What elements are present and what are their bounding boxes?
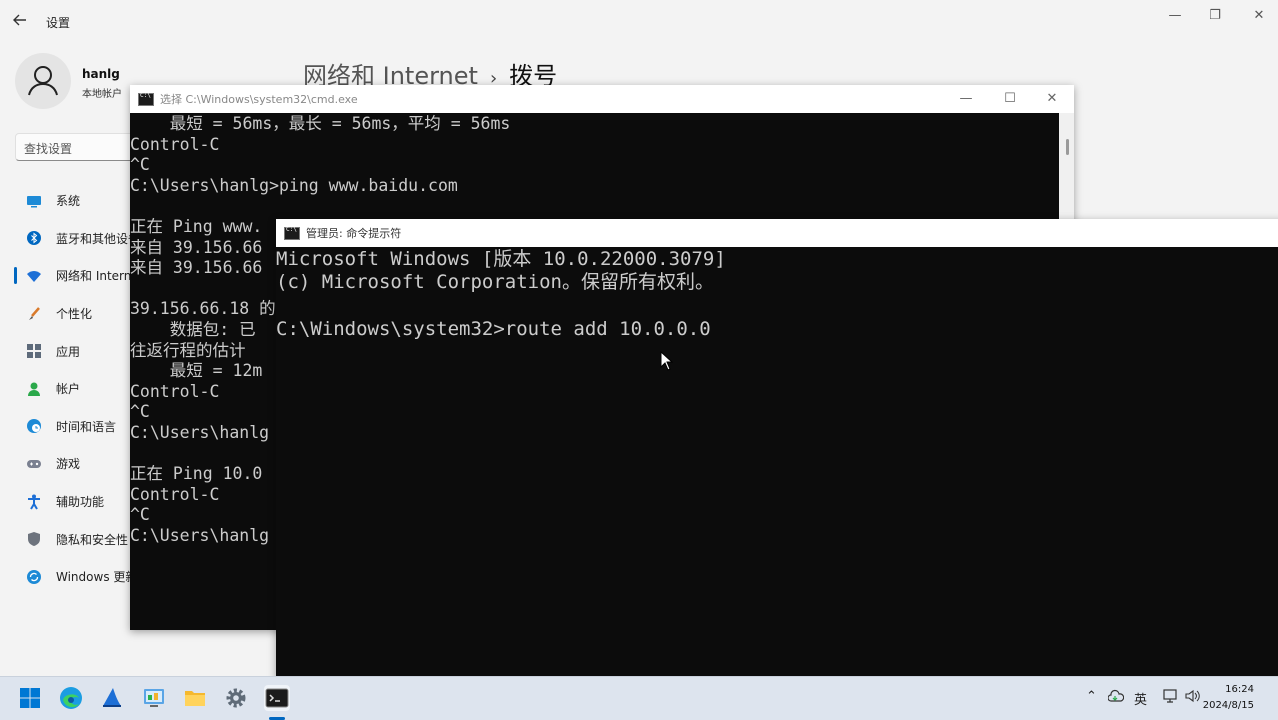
shield-icon (26, 531, 42, 547)
terminal-app[interactable] (264, 685, 290, 711)
cmd-window-title: 管理员: 命令提示符 (306, 227, 402, 240)
cmd-app-icon (284, 226, 300, 240)
terminal-line: C:\Users\hanlg>ping www.baidu.com (130, 175, 458, 195)
nav-label: 个性化 (56, 307, 93, 322)
ime-indicator[interactable]: 英 (1134, 689, 1147, 708)
terminal-line: (c) Microsoft Corporation。保留所有权利。 (276, 271, 714, 294)
nav-item-privacy[interactable]: 隐私和安全性 (14, 520, 134, 558)
update-icon (26, 569, 42, 585)
nav-item-windows-update[interactable]: Windows 更新 (14, 558, 134, 596)
user-account-type: 本地帐户 (82, 89, 122, 100)
nav-item-accounts[interactable]: 帐户 (14, 370, 134, 408)
close-icon[interactable]: ✕ (1032, 85, 1072, 113)
gamepad-icon (26, 456, 42, 472)
scrollbar-thumb[interactable] (1066, 139, 1069, 155)
nav-item-apps[interactable]: 应用 (14, 332, 134, 370)
nav-label: 帐户 (56, 382, 81, 397)
cmd-window-title: 选择 C:\Windows\system32\cmd.exe (160, 93, 358, 106)
gear-icon (226, 688, 246, 708)
minimize-icon[interactable]: — (946, 85, 986, 113)
nav-item-accessibility[interactable]: 辅助功能 (14, 483, 134, 521)
nav-label: 时间和语言 (56, 419, 117, 434)
cmd-app-icon (138, 92, 154, 106)
control-panel-icon (144, 689, 164, 707)
nav-item-network[interactable]: 网络和 Internet (14, 257, 134, 295)
terminal-output[interactable]: Microsoft Windows [版本 10.0.22000.3079] (c… (276, 248, 1276, 679)
monitor-icon (26, 193, 42, 209)
nav-item-time-language[interactable]: 时间和语言 (14, 408, 134, 446)
chevron-up-icon[interactable]: ⌃ (1086, 689, 1097, 704)
brush-icon (26, 306, 42, 322)
cmd-titlebar[interactable]: 选择 C:\Windows\system32\cmd.exe — ☐ ✕ (130, 85, 1074, 113)
user-icon (28, 66, 58, 96)
nav-label: 网络和 Internet (56, 269, 134, 284)
settings-app[interactable] (223, 685, 249, 711)
folder-icon (185, 691, 205, 706)
volume-icon[interactable] (1185, 689, 1201, 707)
network-icon[interactable] (1163, 689, 1179, 707)
control-panel-app[interactable] (141, 685, 167, 711)
windows-logo-icon (20, 688, 40, 708)
nav-item-gaming[interactable]: 游戏 (14, 445, 134, 483)
terminal-line: C:\Windows\system32>route add 10.0.0.0 (276, 318, 711, 341)
nav-label: Windows 更新 (56, 570, 134, 585)
accessibility-icon (26, 494, 42, 510)
nav-label: 游戏 (56, 457, 81, 472)
terminal-line: 最短 = 56ms，最长 = 56ms，平均 = 56ms (130, 114, 511, 133)
close-icon[interactable]: ✕ (1249, 6, 1269, 26)
terminal-icon (265, 688, 289, 708)
avatar[interactable] (15, 53, 71, 109)
account-icon (26, 381, 42, 397)
clock-date[interactable]: 2024/8/15 (1203, 700, 1254, 711)
app-sail[interactable] (99, 685, 125, 711)
file-explorer-app[interactable] (182, 685, 208, 711)
start-button[interactable] (17, 685, 43, 711)
nav-label: 蓝牙和其他设备 (56, 231, 134, 246)
maximize-icon[interactable]: ☐ (990, 85, 1030, 113)
cmd-window-admin[interactable]: 管理员: 命令提示符 Microsoft Windows [版本 10.0.22… (276, 219, 1278, 679)
settings-nav: 系统 蓝牙和其他设备 网络和 Internet 个性化 应用 帐户 时间和语言 (14, 182, 134, 596)
user-name: hanlg (82, 67, 120, 81)
apps-icon (26, 343, 42, 359)
nav-item-bluetooth[interactable]: 蓝牙和其他设备 (14, 220, 134, 258)
taskbar: ⌃ 英 16:24 2024/8/15 (0, 676, 1278, 720)
sail-icon (103, 688, 121, 707)
edge-icon (60, 687, 82, 709)
globe-clock-icon (26, 418, 42, 434)
terminal-line: Control-C (130, 134, 220, 154)
nav-label: 应用 (56, 344, 81, 359)
terminal-line: Microsoft Windows [版本 10.0.22000.3079] (276, 248, 726, 270)
minimize-icon[interactable]: — (1165, 6, 1185, 26)
bluetooth-icon (26, 230, 42, 246)
wifi-icon (26, 268, 42, 284)
mouse-cursor-icon (660, 350, 674, 375)
search-settings-input[interactable]: 查找设置 (15, 133, 135, 161)
terminal-line: ^C (130, 155, 150, 175)
nav-item-system[interactable]: 系统 (14, 182, 134, 220)
restore-icon[interactable]: ❐ (1205, 6, 1225, 26)
edge-app[interactable] (58, 685, 84, 711)
onedrive-sync-icon[interactable] (1107, 689, 1125, 707)
back-arrow-icon[interactable] (12, 12, 32, 32)
nav-label: 辅助功能 (56, 495, 105, 510)
settings-title: 设置 (46, 16, 71, 30)
clock-time[interactable]: 16:24 (1225, 684, 1254, 695)
nav-label: 隐私和安全性 (56, 532, 129, 547)
cmd-titlebar[interactable]: 管理员: 命令提示符 (276, 219, 1278, 247)
nav-label: 系统 (56, 194, 81, 209)
nav-item-personalization[interactable]: 个性化 (14, 295, 134, 333)
